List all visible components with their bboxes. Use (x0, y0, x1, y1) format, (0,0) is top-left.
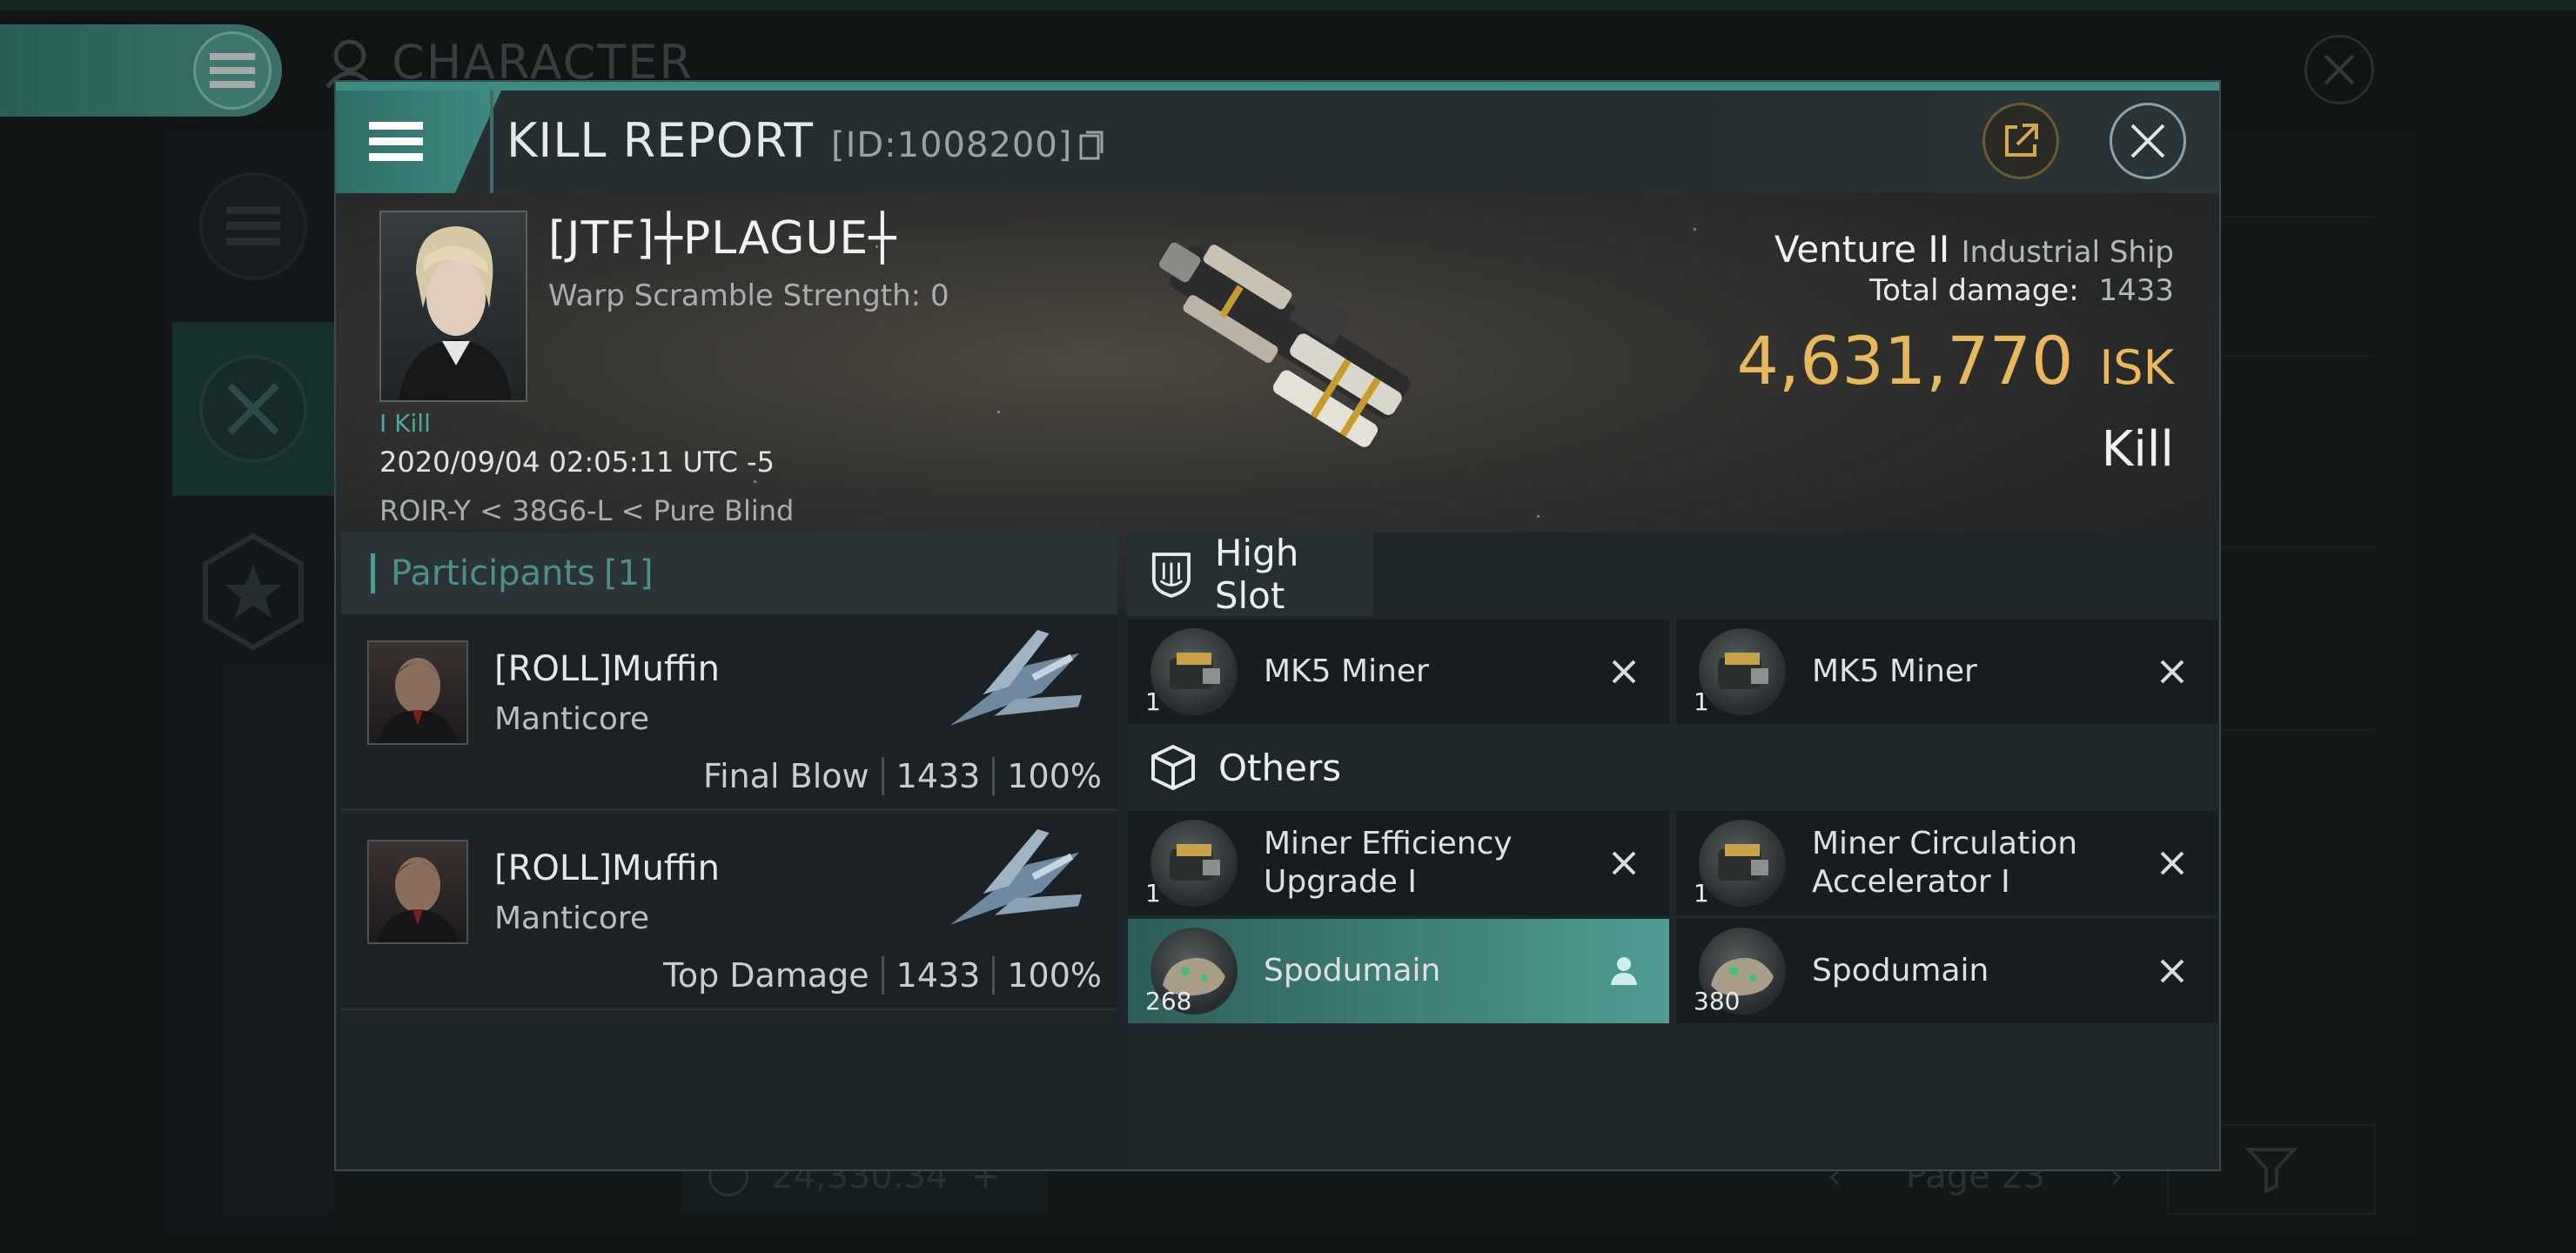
module-item[interactable]: 1 Miner Efficiency Upgrade I (1128, 811, 1669, 915)
module-item[interactable]: 1 MK5 Miner (1128, 620, 1669, 724)
fitted-modules-panel: High Slot 1 MK5 Miner 1 MK5 Miner Others… (1126, 532, 2219, 1164)
share-button[interactable] (1982, 103, 2059, 179)
module-name: Spodumain (1264, 953, 1441, 988)
module-name: MK5 Miner (1264, 653, 1429, 689)
participant-percent: 100% (1007, 956, 1102, 995)
module-quantity: 1 (1694, 687, 1709, 716)
dialog-accent-line (336, 82, 2219, 90)
module-item[interactable]: 1 MK5 Miner (1676, 620, 2217, 724)
ship-name-text: Venture II (1774, 228, 1950, 271)
victim-portrait[interactable] (379, 211, 527, 402)
participant-name[interactable]: [ROLL]Muffin (494, 848, 720, 888)
copy-icon[interactable] (1079, 131, 1104, 160)
stat-separator (881, 956, 884, 995)
kill-report-dialog: KILL REPORT [ID:1008200] [JTF]┼PLAGUE┼ W… (334, 80, 2221, 1171)
isk-unit: ISK (2099, 340, 2174, 395)
participant-ship: Manticore (494, 701, 650, 737)
victim-name[interactable]: [JTF]┼PLAGUE┼ (548, 212, 897, 265)
kill-result-label: Kill (2101, 421, 2174, 478)
participant-damage: 1433 (896, 757, 981, 795)
high-slot-label: High Slot (1214, 532, 1299, 617)
module-name-line2: Upgrade I (1264, 864, 1417, 900)
stat-separator (992, 757, 996, 795)
participant-role: Final Blow (703, 757, 869, 795)
participant-avatar[interactable] (367, 640, 468, 745)
participant-damage: 1433 (896, 956, 981, 995)
participant-row[interactable]: [ROLL]Muffin Manticore Top Damage 1433 1… (341, 814, 1117, 1010)
destroyed-x-icon (1600, 839, 1648, 888)
report-id: [ID:1008200] (831, 125, 1104, 165)
module-quantity: 1 (1694, 879, 1709, 908)
header-accent-bar (371, 553, 375, 593)
high-slot-icon (1151, 553, 1191, 598)
module-quantity: 1 (1145, 687, 1161, 716)
miner-module-icon (1699, 628, 1786, 715)
kill-location[interactable]: ROIR-Y < 38G6-L < Pure Blind (379, 494, 794, 527)
others-header: Others (1126, 726, 2219, 809)
kill-timestamp: 2020/09/04 02:05:11 UTC -5 (379, 446, 775, 479)
menu-icon (369, 122, 423, 161)
module-name: MK5 Miner (1812, 653, 1977, 689)
share-icon (2005, 124, 2038, 157)
cargo-box-icon (1151, 744, 1195, 791)
isk-value: 4,631,770 ISK (1737, 322, 2174, 399)
ship-class: Industrial Ship (1961, 235, 2174, 270)
destroyed-x-icon (2148, 947, 2197, 995)
participant-percent: 100% (1007, 757, 1102, 795)
pilot-avatar-icon (378, 658, 458, 743)
participant-ship-image (949, 829, 1083, 925)
victim-kill-count: I Kill (379, 409, 431, 438)
participant-name[interactable]: [ROLL]Muffin (494, 649, 720, 689)
miner-upgrade-icon (1699, 820, 1786, 907)
participants-header: Participants [1] (341, 533, 1117, 614)
destroyed-x-icon (2148, 839, 2197, 888)
dropped-person-icon (1600, 947, 1648, 995)
participant-stats: Top Damage 1433 100% (663, 956, 1102, 995)
participant-row[interactable]: [ROLL]Muffin Manticore Final Blow 1433 1… (341, 614, 1117, 811)
miner-upgrade-icon (1150, 820, 1238, 907)
report-id-text: [ID:1008200] (830, 125, 1073, 165)
participant-stats: Final Blow 1433 100% (703, 757, 1102, 795)
participant-role: Top Damage (663, 956, 869, 995)
total-damage: Total damage: 1433 (1869, 273, 2174, 308)
pilot-avatar-icon (378, 857, 458, 942)
participant-avatar[interactable] (367, 840, 468, 944)
victim-ship-name[interactable]: Venture II Industrial Ship (1774, 228, 2174, 271)
module-name: Miner Circulation Accelerator I (1812, 811, 2077, 915)
close-icon (2130, 124, 2165, 158)
module-item[interactable]: 268 Spodumain (1128, 919, 1669, 1023)
total-damage-value: 1433 (2098, 273, 2174, 308)
high-slot-header: High Slot (1126, 532, 1373, 617)
others-label: Others (1218, 746, 1342, 789)
module-name: Miner Efficiency Upgrade I (1264, 811, 1513, 915)
victim-ship-image[interactable] (1119, 193, 1450, 489)
participants-count: [1] (603, 553, 654, 593)
module-name: Spodumain (1812, 953, 1989, 988)
dialog-title-text: KILL REPORT (506, 113, 814, 168)
module-item[interactable]: 380 Spodumain (1676, 919, 2217, 1023)
miner-module-icon (1150, 628, 1238, 715)
close-button[interactable] (2110, 103, 2186, 179)
module-quantity: 268 (1145, 987, 1192, 1015)
participant-ship: Manticore (494, 901, 650, 936)
module-quantity: 1 (1145, 879, 1161, 908)
destroyed-x-icon (2148, 647, 2197, 696)
module-name-line2: Accelerator I (1812, 864, 2010, 900)
module-quantity: 380 (1694, 987, 1741, 1015)
total-damage-label: Total damage: (1869, 273, 2079, 308)
destroyed-x-icon (1600, 647, 1648, 696)
pilot-avatar-icon (399, 226, 512, 400)
participant-ship-image (949, 630, 1083, 726)
participants-panel: Participants [1] [ROLL]Muffin Manticore (341, 533, 1117, 1164)
warp-scramble-strength: Warp Scramble Strength: 0 (548, 278, 949, 313)
module-item[interactable]: 1 Miner Circulation Accelerator I (1676, 811, 2217, 915)
module-name-line1: Miner Circulation (1812, 826, 2078, 861)
participants-label: Participants (391, 553, 595, 593)
module-name-line1: Miner Efficiency (1264, 826, 1513, 861)
dialog-title: KILL REPORT [ID:1008200] (506, 113, 1104, 168)
stat-separator (992, 956, 996, 995)
stat-separator (881, 757, 884, 795)
isk-amount: 4,631,770 (1736, 322, 2074, 399)
